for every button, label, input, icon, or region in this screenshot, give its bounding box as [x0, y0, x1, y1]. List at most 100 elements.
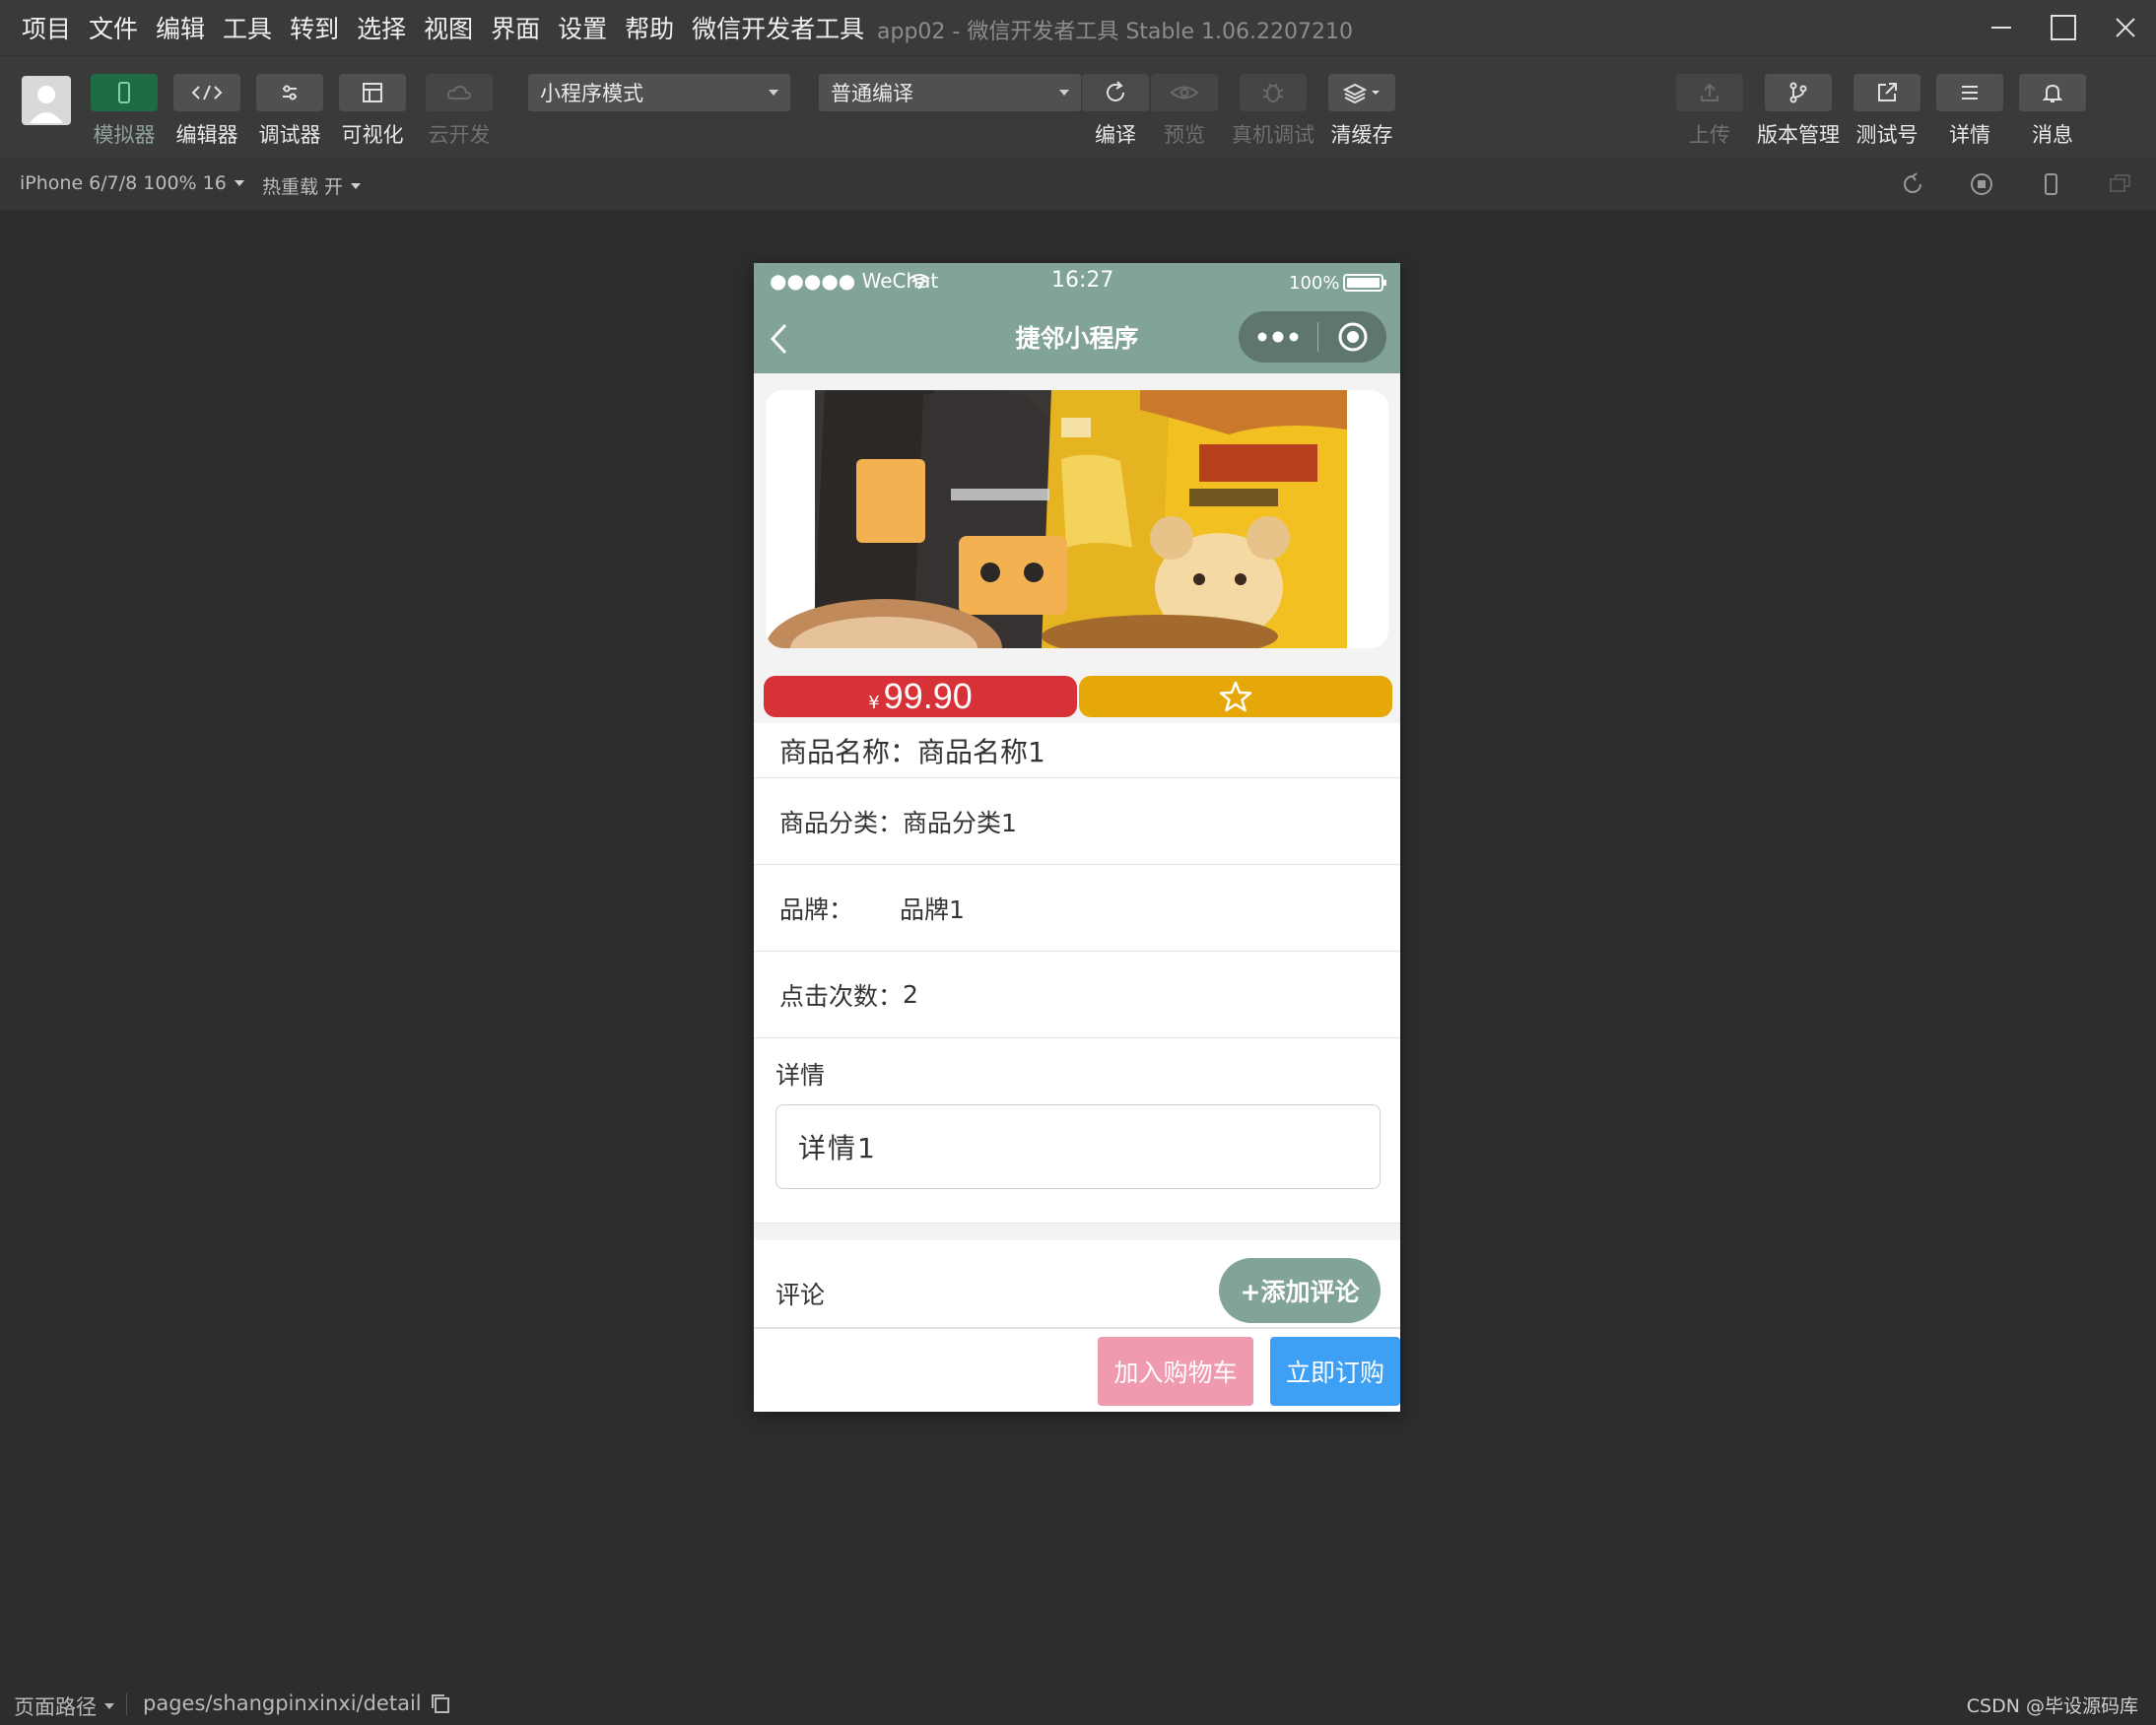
close-icon	[2115, 18, 2135, 37]
mode-select[interactable]: 小程序模式	[528, 74, 790, 111]
visual-button[interactable]: 可视化	[331, 74, 414, 149]
version-button[interactable]: 版本管理	[1757, 74, 1840, 149]
menu-view[interactable]: 视图	[424, 10, 473, 45]
branch-icon	[1789, 82, 1807, 103]
clicks-value: 2	[903, 980, 918, 1009]
phone-icon	[2045, 173, 2057, 195]
hot-reload-select[interactable]: 热重载 开	[262, 172, 362, 199]
menu-list: 项目 文件 编辑 工具 转到 选择 视图 界面 设置 帮助 微信开发者工具	[22, 0, 864, 55]
upload-button[interactable]: 上传	[1668, 74, 1751, 149]
page-body: ¥ 99.90 商品名称： 商品名称1 商品分类： 商品分类1 品牌： 品牌1 …	[754, 373, 1400, 1412]
menu-devtools[interactable]: 微信开发者工具	[692, 10, 864, 45]
details-button[interactable]: 详情	[1928, 74, 2011, 149]
brand-row: 品牌： 品牌1	[754, 865, 1400, 952]
more-dots-icon	[1257, 331, 1299, 343]
page-path: pages/shangpinxinxi/detail	[143, 1692, 451, 1715]
product-name-label: 商品名称：	[779, 735, 918, 768]
menu-goto[interactable]: 转到	[290, 10, 339, 45]
menu-project[interactable]: 项目	[22, 10, 71, 45]
menu-settings[interactable]: 设置	[558, 10, 607, 45]
menu-edit[interactable]: 编辑	[156, 10, 205, 45]
buy-now-button[interactable]: 立即订购	[1270, 1337, 1400, 1406]
product-name-row: 商品名称： 商品名称1	[754, 723, 1400, 778]
page-path-select[interactable]: 页面路径	[14, 1692, 114, 1721]
menu-help[interactable]: 帮助	[625, 10, 674, 45]
debugger-button[interactable]: 调试器	[248, 74, 331, 149]
battery-icon	[1343, 274, 1386, 292]
detail-content: 详情1	[775, 1104, 1381, 1189]
star-icon	[1219, 681, 1252, 712]
minimize-button[interactable]	[1970, 0, 2032, 55]
menu-icon	[1962, 86, 1978, 100]
back-arrow-icon[interactable]	[768, 322, 789, 356]
price-value: 99.90	[883, 676, 973, 716]
chevron-down-icon	[1059, 90, 1069, 96]
watermark: CSDN @毕设源码库	[1966, 1695, 2138, 1717]
clicks-label: 点击次数：	[779, 981, 904, 1011]
currency-symbol: ¥	[868, 692, 880, 713]
maximize-icon	[2050, 15, 2076, 40]
avatar[interactable]	[22, 76, 71, 125]
bottom-action-bar: 加入购物车 立即订购	[754, 1328, 1400, 1412]
window-title: app02 - 微信开发者工具 Stable 1.06.2207210	[877, 20, 1353, 44]
rotate-button[interactable]	[1899, 170, 1926, 198]
simulator-button[interactable]: 模拟器	[83, 74, 166, 149]
price-badge: ¥ 99.90	[764, 676, 1077, 717]
category-row: 商品分类： 商品分类1	[754, 778, 1400, 865]
eye-icon	[1170, 86, 1199, 100]
toolbar: 模拟器 编辑器 调试器 可视化 云开发 小程序模式 普通编译 编译 预览 真机调…	[0, 55, 2156, 159]
refresh-icon	[1107, 81, 1124, 101]
copy-icon[interactable]	[430, 1692, 451, 1714]
cloud-icon	[446, 85, 472, 100]
window-controls	[1970, 0, 2156, 55]
brand-label: 品牌：	[779, 895, 854, 924]
nav-bar: 捷邻小程序	[754, 300, 1400, 373]
chevron-down-icon	[104, 1703, 114, 1709]
exit-button[interactable]	[1318, 311, 1386, 363]
preview-button[interactable]: 预览	[1143, 74, 1226, 149]
clear-cache-button[interactable]: 清缓存	[1320, 74, 1403, 149]
menu-select[interactable]: 选择	[357, 10, 406, 45]
remote-debug-button[interactable]: 真机调试	[1232, 74, 1314, 149]
wifi-icon	[909, 274, 930, 290]
compile-select[interactable]: 普通编译	[819, 74, 1081, 111]
footer-divider	[126, 1693, 127, 1715]
messages-button[interactable]: 消息	[2011, 74, 2094, 149]
more-button[interactable]	[1239, 311, 1317, 363]
product-banner[interactable]	[766, 390, 1388, 648]
chevron-down-icon	[351, 182, 362, 189]
status-bar: ●●●●● WeChat 16:27 100%	[754, 263, 1400, 300]
maximize-button[interactable]	[2032, 0, 2094, 55]
chevron-down-icon	[234, 180, 244, 186]
clicks-row: 点击次数： 2	[754, 952, 1400, 1038]
nav-title: 捷邻小程序	[1015, 324, 1139, 353]
product-image	[766, 390, 1388, 648]
sliders-icon	[283, 85, 297, 100]
menu-file[interactable]: 文件	[89, 10, 138, 45]
menu-interface[interactable]: 界面	[491, 10, 540, 45]
stop-button[interactable]	[1968, 170, 1995, 198]
cloud-button[interactable]: 云开发	[418, 74, 501, 149]
close-button[interactable]	[2094, 0, 2156, 55]
menu-tools[interactable]: 工具	[223, 10, 272, 45]
add-to-cart-button[interactable]: 加入购物车	[1098, 1337, 1253, 1406]
comment-title: 评论	[775, 1281, 826, 1309]
detach-button[interactable]	[2107, 170, 2134, 198]
favorite-button[interactable]	[1079, 676, 1392, 717]
windows-icon	[2110, 174, 2130, 192]
capsule-menu	[1239, 311, 1386, 363]
record-icon	[1971, 173, 1992, 195]
test-account-button[interactable]: 测试号	[1846, 74, 1928, 149]
editor-button[interactable]: 编辑器	[166, 74, 248, 149]
device-select[interactable]: iPhone 6/7/8 100% 16	[20, 172, 244, 194]
phone-header: ●●●●● WeChat 16:27 100% 捷邻小程序	[754, 263, 1400, 373]
bug-icon	[1262, 83, 1284, 102]
battery-text: 100%	[1289, 273, 1340, 294]
layers-icon	[1342, 83, 1380, 104]
detail-title: 详情	[775, 1061, 826, 1090]
add-comment-button[interactable]: +添加评论	[1219, 1258, 1381, 1323]
rotate-icon	[1904, 172, 1921, 193]
detail-text: 详情1	[798, 1132, 877, 1164]
simulator-bar: iPhone 6/7/8 100% 16 热重载 开	[0, 159, 2156, 210]
device-button[interactable]	[2037, 170, 2064, 198]
